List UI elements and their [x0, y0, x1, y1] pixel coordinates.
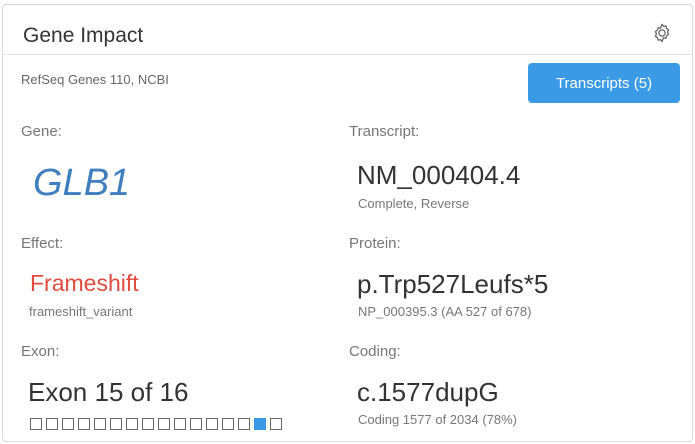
exon-value: Exon 15 of 16	[28, 377, 189, 407]
exon-box	[94, 418, 106, 430]
exon-box-active	[254, 418, 266, 430]
exon-box	[222, 418, 234, 430]
exon-box	[206, 418, 218, 430]
exon-box	[110, 418, 122, 430]
transcript-label: Transcript:	[349, 123, 420, 140]
transcripts-button[interactable]: Transcripts (5)	[528, 63, 680, 103]
coding-sub: Coding 1577 of 2034 (78%)	[358, 412, 518, 427]
exon-box	[190, 418, 202, 430]
coding-value: c.1577dupG	[357, 377, 499, 407]
exon-box	[46, 418, 58, 430]
gene-value[interactable]: GLB1	[33, 161, 130, 205]
gene-label: Gene:	[21, 123, 62, 140]
gene-impact-card: Gene Impact RefSeq Genes 110, NCBI Trans…	[2, 4, 693, 442]
card-header: Gene Impact	[3, 5, 692, 55]
protein-label: Protein:	[349, 235, 401, 252]
protein-sub: NP_000395.3 (AA 527 of 678)	[358, 304, 532, 319]
source-label: RefSeq Genes 110, NCBI	[21, 72, 169, 87]
coding-label: Coding:	[349, 343, 401, 360]
exon-box	[158, 418, 170, 430]
effect-label: Effect:	[21, 235, 64, 252]
exon-box	[270, 418, 282, 430]
transcript-sub: Complete, Reverse	[358, 196, 470, 211]
effect-value: Frameshift	[30, 270, 139, 296]
effect-sub: frameshift_variant	[29, 304, 133, 319]
exon-box	[62, 418, 74, 430]
exon-box	[142, 418, 154, 430]
exon-box	[126, 418, 138, 430]
exon-box	[78, 418, 90, 430]
transcript-value[interactable]: NM_000404.4	[357, 160, 520, 190]
exon-label: Exon:	[21, 343, 60, 360]
card-title: Gene Impact	[23, 24, 144, 47]
gear-icon[interactable]	[651, 22, 673, 44]
protein-value: p.Trp527Leufs*5	[357, 269, 549, 299]
exon-box	[174, 418, 186, 430]
exon-box	[30, 418, 42, 430]
exon-track	[30, 418, 282, 430]
exon-box	[238, 418, 250, 430]
